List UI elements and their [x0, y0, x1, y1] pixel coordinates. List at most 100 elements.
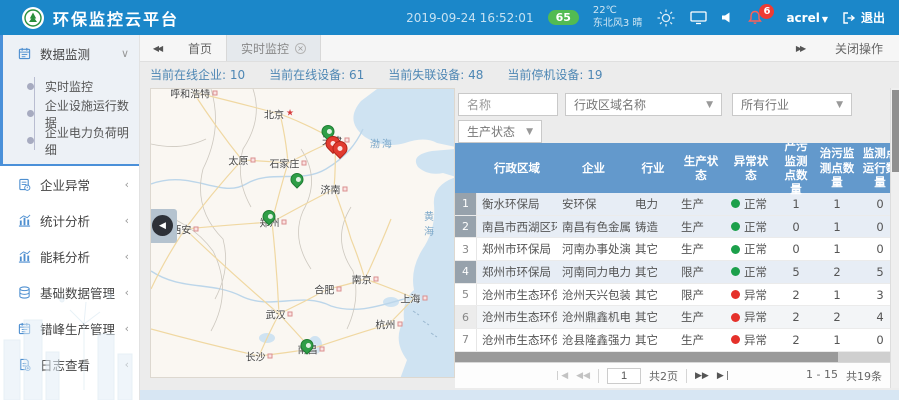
table-cell: 其它 — [630, 329, 676, 351]
capital-star-icon: ★ — [286, 109, 294, 119]
table-cell: 5 — [776, 261, 816, 283]
tabs-scroll-right-icon[interactable]: ▶▶ — [783, 44, 817, 53]
stat-item: 当前在线企业: 10 — [150, 66, 245, 83]
bell-icon[interactable]: 6 — [748, 10, 762, 25]
sidebar-item[interactable]: 能耗分析‹ — [0, 238, 139, 274]
vertical-scrollbar[interactable] — [890, 88, 899, 388]
table-row[interactable]: 2南昌市西湖区环保局南昌有色金属有限铸造生产正常010 — [455, 216, 890, 239]
column-header[interactable] — [455, 143, 477, 193]
close-icon[interactable]: × — [295, 43, 306, 54]
next-page-icon[interactable]: ▶▶ — [695, 371, 709, 381]
table-cell: 0 — [858, 329, 890, 351]
sidebar-item[interactable]: 企业异常‹ — [0, 166, 139, 202]
table-cell: 其它 — [630, 238, 676, 260]
tabs-scroll-left-icon[interactable]: ◀◀ — [140, 35, 174, 61]
pager-divider — [686, 369, 687, 383]
china-map[interactable]: 渤海黄海呼和浩特北京★天津太原石家庄济南西安郑州南京合肥上海武汉杭州长沙南昌 ◀ — [150, 88, 455, 378]
green-map-pin[interactable] — [288, 170, 306, 188]
city-label: 上海 — [400, 291, 427, 306]
column-header[interactable]: 行业 — [630, 143, 676, 193]
table-row[interactable]: 5沧州市生态环保局沧州天兴包装制品其它限产异常213 — [455, 284, 890, 307]
user-menu[interactable]: acrel▼ — [786, 11, 828, 25]
sidebar-item-label: 错峰生产管理 — [40, 319, 125, 338]
tab-实时监控[interactable]: 实时监控 × — [226, 35, 321, 61]
status-dot-icon — [731, 245, 740, 254]
tab-label: 实时监控 — [241, 40, 289, 57]
table-cell: 0 — [858, 238, 890, 260]
map-panel-toggle[interactable]: ◀ — [150, 209, 177, 243]
production-status-select[interactable]: 生产状态▼ — [458, 120, 542, 143]
column-header[interactable]: 行政区域 — [477, 143, 557, 193]
hscroll-thumb[interactable] — [455, 352, 838, 362]
stat-label: 当前在线设备: — [269, 68, 349, 82]
sidebar-group-7: 日志查看‹ — [0, 346, 139, 382]
table-cell: 1 — [776, 193, 816, 215]
tab-首页[interactable]: 首页 — [174, 35, 226, 61]
table-cell: 沧州市生态环保局 — [477, 329, 557, 351]
horizontal-scrollbar[interactable] — [455, 352, 890, 362]
sidebar-item[interactable]: 统计分析‹ — [0, 202, 139, 238]
bar-chart-icon — [18, 214, 31, 227]
sidebar-item[interactable]: 日志查看‹ — [0, 346, 139, 382]
stat-label: 当前失联设备: — [388, 68, 468, 82]
column-header[interactable]: 生产状态 — [676, 143, 726, 193]
table-cell: 7 — [455, 329, 477, 351]
table-cell: 4 — [858, 306, 890, 328]
city-marker-icon — [343, 187, 348, 192]
city-label: 石家庄 — [269, 155, 306, 170]
vscroll-thumb[interactable] — [892, 90, 899, 172]
table-cell: 2 — [455, 216, 477, 238]
sidebar-subitem[interactable]: 企业电力负荷明细 — [3, 127, 139, 154]
first-page-icon[interactable]: ❘◀ — [554, 371, 568, 381]
column-header[interactable]: 监测点运行数量 — [858, 143, 890, 193]
chevron-down-icon: ▼ — [836, 100, 843, 110]
stat-item: 当前失联设备: 48 — [388, 66, 483, 83]
column-header[interactable]: 异常状态 — [726, 143, 776, 193]
notification-badge[interactable]: 6 — [759, 4, 774, 19]
sidebar-item-label: 数据监测 — [40, 44, 121, 63]
table-row[interactable]: 7沧州市生态环保局沧县隆鑫强力加气其它生产异常210 — [455, 329, 890, 352]
page-number-input[interactable] — [607, 368, 641, 384]
sidebar-group-6: 错峰生产管理‹ — [0, 310, 139, 346]
stat-label: 当前在线企业: — [150, 68, 230, 82]
table-cell: 异常 — [726, 329, 776, 351]
table-cell: 4 — [455, 261, 477, 283]
city-marker-icon — [374, 276, 379, 281]
collapse-left-icon[interactable]: ◀ — [152, 215, 173, 236]
sidebar-item-label: 统计分析 — [40, 211, 125, 230]
sidebar-item[interactable]: 基础数据管理‹ — [0, 274, 139, 310]
stat-item: 当前在线设备: 61 — [269, 66, 364, 83]
table-row[interactable]: 3郑州市环保局河南办事处演示其它生产正常010 — [455, 238, 890, 261]
table-cell: 2 — [776, 306, 816, 328]
table-row[interactable]: 6沧州市生态环保局沧州鼎鑫机电设备其它生产异常224 — [455, 306, 890, 329]
table-row[interactable]: 1衡水环保局安环保电力生产正常110 — [455, 193, 890, 216]
stat-value: 19 — [587, 68, 602, 82]
chevron-left-icon: ‹ — [125, 358, 129, 371]
logout-button[interactable]: 退出 — [842, 9, 885, 26]
table-cell: 1 — [816, 329, 858, 351]
table-row[interactable]: 4郑州市环保局河南同力电力设备其它限产正常525 — [455, 261, 890, 284]
speaker-icon[interactable] — [721, 11, 734, 24]
stat-value: 10 — [230, 68, 245, 82]
stats-bar: 当前在线企业: 10当前在线设备: 61当前失联设备: 48当前停机设备: 19 — [150, 66, 603, 83]
datetime-label: 2019-09-24 16:52:01 — [406, 11, 533, 25]
column-header[interactable]: 产污监测点数量 — [776, 143, 816, 193]
sidebar-group-3: 统计分析‹ — [0, 202, 139, 238]
column-header[interactable]: 治污监测点数量 — [816, 143, 858, 193]
table-cell: 0 — [858, 193, 890, 215]
column-header[interactable]: 企业 — [557, 143, 630, 193]
table-cell: 1 — [816, 216, 858, 238]
sidebar-item[interactable]: 错峰生产管理‹ — [0, 310, 139, 346]
table-cell: 沧州天兴包装制品 — [557, 284, 630, 306]
prev-page-icon[interactable]: ◀◀ — [576, 371, 590, 381]
industry-select[interactable]: 所有行业▼ — [732, 93, 852, 116]
name-search-input[interactable] — [458, 93, 558, 116]
table-cell: 正常 — [726, 193, 776, 215]
close-operations-menu[interactable]: 关闭操作 — [835, 40, 883, 57]
leaf-logo-icon — [22, 7, 44, 29]
monitor-icon[interactable] — [690, 10, 707, 25]
last-page-icon[interactable]: ▶❘ — [717, 371, 731, 381]
sidebar-item[interactable]: 数据监测∨ — [3, 35, 139, 71]
bullet-icon — [27, 83, 34, 90]
region-select[interactable]: 行政区域名称▼ — [565, 93, 722, 116]
